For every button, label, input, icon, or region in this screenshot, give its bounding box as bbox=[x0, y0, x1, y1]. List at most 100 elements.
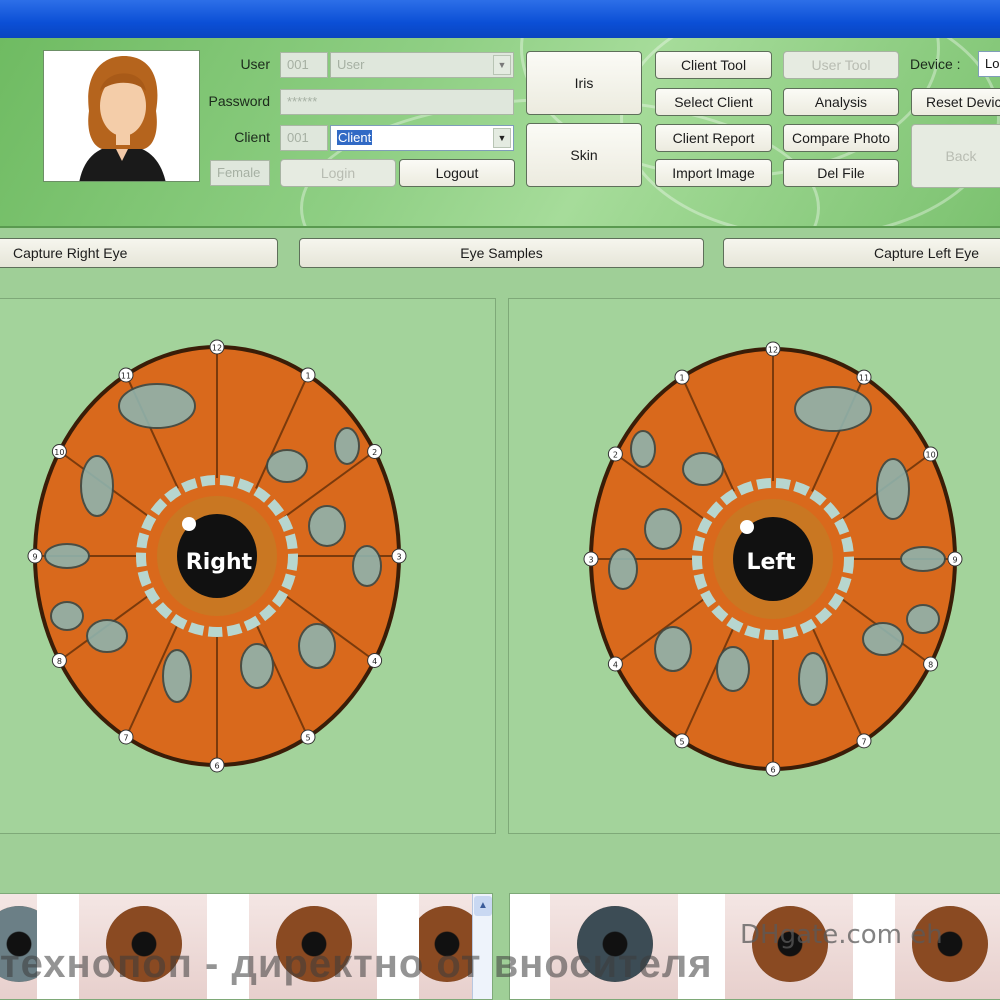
pupil-highlight bbox=[182, 517, 196, 531]
clock-mark-label: 4 bbox=[372, 657, 377, 666]
right-iris-chart[interactable]: 121234567891011 Right bbox=[0, 299, 497, 835]
clock-mark-label: 8 bbox=[928, 661, 933, 670]
left-eye-thumbnails: DHgate.com eh bbox=[509, 893, 1000, 1000]
skin-mode-button[interactable]: Skin bbox=[526, 123, 642, 187]
chevron-down-icon[interactable]: ▼ bbox=[493, 55, 511, 75]
clock-mark-label: 9 bbox=[32, 553, 37, 562]
eye-thumbnail[interactable] bbox=[79, 894, 209, 999]
clock-mark-label: 10 bbox=[54, 448, 64, 457]
clock-mark-label: 3 bbox=[588, 556, 593, 565]
user-id-field[interactable]: 001 bbox=[280, 52, 328, 78]
login-button[interactable]: Login bbox=[280, 159, 396, 187]
capture-left-eye-button[interactable]: Capture Left Eye bbox=[723, 238, 1000, 268]
user-tool-button[interactable]: User Tool bbox=[783, 51, 899, 79]
window-titlebar bbox=[0, 0, 1000, 38]
organ-marker bbox=[266, 449, 308, 483]
right-eye-thumbnails: ▲ bbox=[0, 893, 493, 1000]
clock-mark-label: 7 bbox=[123, 733, 128, 742]
organ-marker bbox=[240, 643, 274, 689]
pupil-highlight bbox=[740, 520, 754, 534]
select-client-button[interactable]: Select Client bbox=[655, 88, 772, 116]
organ-marker bbox=[352, 545, 382, 587]
dhgate-logo: DHgate.com eh bbox=[740, 920, 943, 950]
right-iris-label: Right bbox=[186, 550, 253, 575]
back-button[interactable]: Back bbox=[911, 124, 1000, 188]
organ-marker bbox=[118, 383, 196, 429]
client-tool-button[interactable]: Client Tool bbox=[655, 51, 772, 79]
compare-photo-button[interactable]: Compare Photo bbox=[783, 124, 899, 152]
eye-iris-icon bbox=[276, 906, 352, 982]
client-avatar bbox=[43, 50, 200, 182]
clock-mark-label: 1 bbox=[679, 374, 684, 383]
eye-thumbnail[interactable] bbox=[249, 894, 379, 999]
organ-marker bbox=[900, 546, 946, 572]
eye-thumbnail[interactable] bbox=[0, 894, 39, 999]
organ-marker bbox=[608, 548, 638, 590]
client-dropdown[interactable]: Client ▼ bbox=[330, 125, 514, 151]
user-label: User bbox=[240, 56, 270, 72]
eye-iris-icon bbox=[419, 906, 472, 982]
left-eye-panel: 12 1 2 3 4 5 6 7 8 9 10 11 Left bbox=[508, 298, 1000, 834]
logout-button[interactable]: Logout bbox=[399, 159, 515, 187]
password-label: Password bbox=[208, 93, 270, 109]
client-label: Client bbox=[234, 129, 270, 145]
clock-mark-label: 6 bbox=[770, 766, 775, 775]
thumbnail-list bbox=[0, 894, 474, 999]
clock-mark-label: 5 bbox=[305, 733, 310, 742]
organ-marker bbox=[654, 626, 692, 672]
avatar-icon bbox=[44, 51, 199, 181]
clock-mark-label: 10 bbox=[926, 451, 936, 460]
capture-right-eye-button[interactable]: Capture Right Eye bbox=[0, 238, 278, 268]
organ-marker bbox=[682, 452, 724, 486]
organ-marker bbox=[862, 622, 904, 656]
del-file-button[interactable]: Del File bbox=[783, 159, 899, 187]
reset-device-button[interactable]: Reset Devic bbox=[911, 88, 1000, 116]
clock-mark-label: 1 bbox=[305, 372, 310, 381]
device-label: Device : bbox=[910, 56, 961, 72]
eye-samples-button[interactable]: Eye Samples bbox=[299, 238, 704, 268]
password-field[interactable]: ****** bbox=[280, 89, 514, 115]
eye-iris-icon bbox=[0, 906, 37, 982]
client-report-button[interactable]: Client Report bbox=[655, 124, 772, 152]
eye-iris-icon bbox=[577, 906, 653, 982]
clock-mark-label: 2 bbox=[372, 448, 377, 457]
clock-mark-label: 2 bbox=[613, 451, 618, 460]
chevron-down-icon[interactable]: ▼ bbox=[493, 128, 511, 148]
eye-thumbnail[interactable] bbox=[550, 894, 680, 999]
clock-mark-label: 12 bbox=[768, 346, 778, 355]
clock-mark-label: 7 bbox=[861, 737, 866, 746]
organ-marker bbox=[906, 604, 940, 634]
iris-mode-button[interactable]: Iris bbox=[526, 51, 642, 115]
clock-mark-label: 4 bbox=[613, 661, 618, 670]
organ-marker bbox=[798, 652, 828, 706]
clock-mark-label: 12 bbox=[212, 344, 222, 353]
organ-marker bbox=[334, 427, 360, 465]
analysis-button[interactable]: Analysis bbox=[783, 88, 899, 116]
organ-marker bbox=[80, 455, 114, 517]
thumbnail-scrollbar[interactable]: ▲ bbox=[472, 894, 492, 999]
import-image-button[interactable]: Import Image bbox=[655, 159, 772, 187]
scroll-up-icon[interactable]: ▲ bbox=[474, 896, 492, 916]
clock-mark-label: 6 bbox=[214, 762, 219, 771]
organ-marker bbox=[308, 505, 346, 547]
organ-marker bbox=[716, 646, 750, 692]
gender-field[interactable]: Female bbox=[210, 160, 270, 186]
client-dropdown-value: Client bbox=[337, 130, 373, 145]
organ-marker bbox=[86, 619, 128, 653]
organ-marker bbox=[876, 458, 910, 520]
organ-marker bbox=[794, 386, 872, 432]
left-iris-label: Left bbox=[746, 550, 796, 575]
clock-mark-label: 9 bbox=[952, 556, 957, 565]
left-iris-chart[interactable]: 121234567891011 Left bbox=[509, 299, 1000, 835]
user-dropdown-value: User bbox=[337, 57, 365, 72]
clock-mark-label: 3 bbox=[396, 553, 401, 562]
clock-mark-label: 11 bbox=[121, 372, 131, 381]
organ-marker bbox=[162, 649, 192, 703]
header-panel: User 001 User ▼ Password ****** Client 0… bbox=[0, 38, 1000, 228]
user-dropdown[interactable]: User ▼ bbox=[330, 52, 514, 78]
organ-marker bbox=[644, 508, 682, 550]
eye-thumbnail[interactable] bbox=[419, 894, 474, 999]
clock-mark-label: 11 bbox=[859, 374, 869, 383]
device-select[interactable]: Lo bbox=[978, 51, 1000, 77]
client-id-field[interactable]: 001 bbox=[280, 125, 328, 151]
